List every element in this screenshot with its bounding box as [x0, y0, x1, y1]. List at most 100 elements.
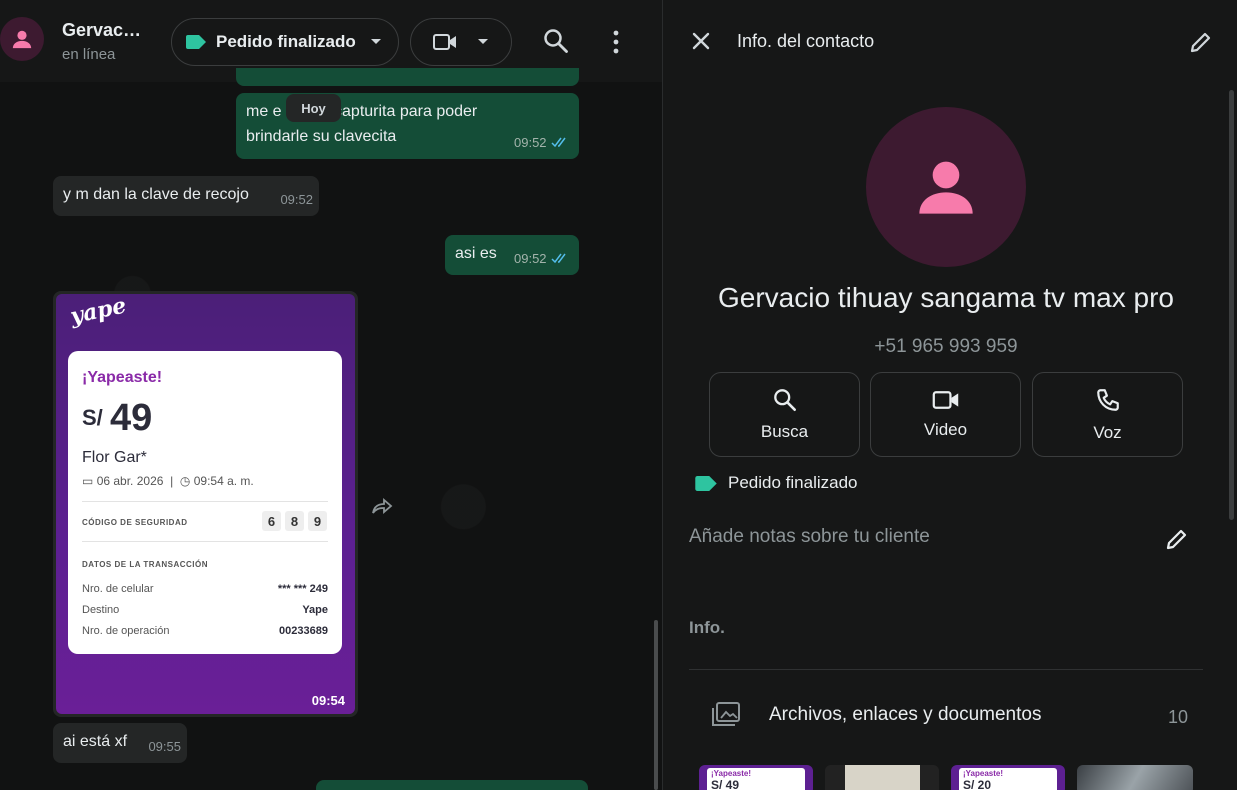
contact-avatar-large[interactable]: [866, 107, 1026, 267]
receipt-time: 09:54 a. m.: [193, 474, 254, 488]
person-icon: [12, 30, 32, 49]
message-bubble-incoming[interactable]: ai está xf 09:55: [53, 723, 187, 763]
edit-notes-pencil-icon[interactable]: [1165, 527, 1189, 551]
clock-icon: ◷: [179, 474, 191, 488]
more-vertical-icon[interactable]: [612, 30, 620, 54]
receipt-datetime: ▭ 06 abr. 2026 | ◷ 09:54 a. m.: [82, 474, 254, 488]
files-links-docs-label[interactable]: Archivos, enlaces y documentos: [769, 704, 1041, 726]
receipt-divider: [82, 541, 328, 542]
message-time: 09:52: [514, 251, 547, 266]
contact-status: en línea: [62, 46, 116, 63]
image-message[interactable]: yape ¡Yapeaste! S/ 49 Flor Gar* ▭ 06 abr…: [53, 291, 358, 717]
yape-logo: yape: [67, 294, 129, 330]
media-thumbnail[interactable]: ¡Yapeaste! S/ 20: [951, 765, 1065, 790]
message-bubble-outgoing[interactable]: asi es 09:52: [445, 235, 579, 275]
video-action-button[interactable]: Video: [870, 372, 1021, 457]
contact-phone: +51 965 993 959: [874, 336, 1018, 357]
contact-label-tag[interactable]: Pedido finalizado: [695, 473, 857, 493]
message-bubble-incoming[interactable]: y m dan la clave de recojo 09:52: [53, 176, 319, 216]
security-code-label: CÓDIGO DE SEGURIDAD: [82, 518, 188, 527]
info-title: Info. del contacto: [737, 31, 875, 51]
action-label: Video: [923, 419, 968, 439]
chevron-down-icon: [371, 39, 381, 44]
thumbnail-title: ¡Yapeaste!: [711, 769, 752, 778]
media-thumbnail[interactable]: [825, 765, 939, 790]
forward-icon[interactable]: [370, 496, 394, 516]
receipt-title: ¡Yapeaste!: [82, 369, 163, 386]
message-time: 09:52: [280, 192, 313, 207]
media-thumbnail[interactable]: ¡Yapeaste! S/ 49: [699, 765, 813, 790]
message-text: asi es: [455, 245, 497, 262]
yape-receipt-card: ¡Yapeaste! S/ 49 Flor Gar* ▭ 06 abr. 202…: [68, 351, 342, 654]
thumbnail-amount: S/ 49: [711, 778, 740, 790]
double-check-icon: [551, 137, 566, 148]
tx-row-label: Destino: [82, 604, 120, 616]
receipt-amount: 49: [110, 397, 153, 439]
yape-receipt-image[interactable]: yape ¡Yapeaste! S/ 49 Flor Gar* ▭ 06 abr…: [56, 294, 355, 714]
contact-name[interactable]: Gervac…: [62, 20, 141, 41]
message-text-part: me e: [246, 103, 282, 120]
thumbnail-title: ¡Yapeaste!: [963, 769, 1004, 778]
message-text-part: capturita para poder: [334, 103, 478, 120]
transaction-data-label: DATOS DE LA TRANSACCIÓN: [82, 560, 209, 569]
message-text: ai está xf: [63, 733, 128, 750]
chat-scrollbar[interactable]: [654, 620, 658, 790]
message-text: y m dan la clave de recojo: [63, 186, 249, 203]
thumbnail-amount: S/ 20: [963, 778, 992, 790]
media-gallery-icon: [712, 702, 740, 726]
media-thumbnail[interactable]: [1077, 765, 1193, 790]
message-meta: 09:52: [514, 130, 569, 155]
tx-row-value: 00233689: [279, 625, 328, 637]
message-time: 09:54: [311, 693, 345, 708]
info-section-title: Info.: [689, 618, 725, 637]
message-time: 09:55: [148, 739, 181, 754]
message-time: 09:52: [514, 135, 547, 150]
files-count: 10: [1168, 707, 1189, 727]
video-icon: [433, 34, 456, 50]
receipt-divider: [82, 501, 328, 502]
label-dropdown[interactable]: Pedido finalizado: [171, 18, 399, 66]
edit-pencil-icon[interactable]: [1189, 30, 1213, 54]
label-tag-icon: [695, 475, 717, 491]
security-code-digit: 8: [285, 511, 304, 531]
tx-row-label: Nro. de celular: [82, 583, 154, 595]
contact-full-name: Gervacio tihuay sangama tv max pro: [718, 282, 1174, 313]
close-icon[interactable]: [692, 32, 710, 50]
search-action-button[interactable]: Busca: [709, 372, 860, 457]
calendar-icon: ▭: [82, 474, 94, 488]
tx-row-value: Yape: [302, 604, 328, 616]
search-icon[interactable]: [543, 28, 569, 54]
message-meta: 09:52: [514, 246, 569, 271]
voice-action-button[interactable]: Voz: [1032, 372, 1183, 457]
security-code-digit: 9: [308, 511, 327, 531]
info-scrollbar[interactable]: [1229, 90, 1234, 520]
receipt-currency: S/: [82, 405, 103, 430]
whatsapp-business-window: Gervac… en línea Pedido finalizado me e …: [0, 0, 1237, 790]
notes-placeholder[interactable]: Añade notas sobre tu cliente: [689, 526, 930, 548]
video-icon: [932, 390, 958, 409]
receipt-separator: |: [166, 474, 180, 488]
chat-pane: Gervac… en línea Pedido finalizado me e …: [0, 0, 662, 790]
section-divider: [689, 669, 1203, 670]
receipt-date: 06 abr. 2026: [96, 474, 164, 488]
label-dropdown-text: Pedido finalizado: [216, 32, 356, 51]
thumbnail-receipt: ¡Yapeaste! S/ 20: [959, 768, 1057, 790]
tx-row-value: *** *** 249: [277, 583, 328, 595]
chevron-down-icon: [478, 39, 488, 44]
tx-row-label: Nro. de operación: [82, 625, 170, 637]
phone-icon: [1096, 388, 1119, 411]
thumbnail-receipt: ¡Yapeaste! S/ 49: [707, 768, 805, 790]
action-label: Busca: [760, 421, 809, 441]
contact-info-pane: Info. del contacto Gervacio tihuay sanga…: [662, 0, 1237, 790]
search-icon: [773, 388, 796, 411]
message-bubble-outgoing[interactable]: [316, 780, 588, 790]
contact-avatar[interactable]: [0, 17, 44, 61]
person-icon: [919, 161, 973, 214]
receipt-recipient: Flor Gar*: [82, 449, 147, 466]
action-label: Voz: [1093, 422, 1122, 442]
contact-label-text: Pedido finalizado: [728, 473, 858, 492]
date-chip: Hoy: [286, 94, 341, 122]
double-check-icon: [551, 253, 566, 264]
video-call-dropdown[interactable]: [410, 18, 512, 66]
message-bubble-outgoing[interactable]: [236, 68, 579, 86]
